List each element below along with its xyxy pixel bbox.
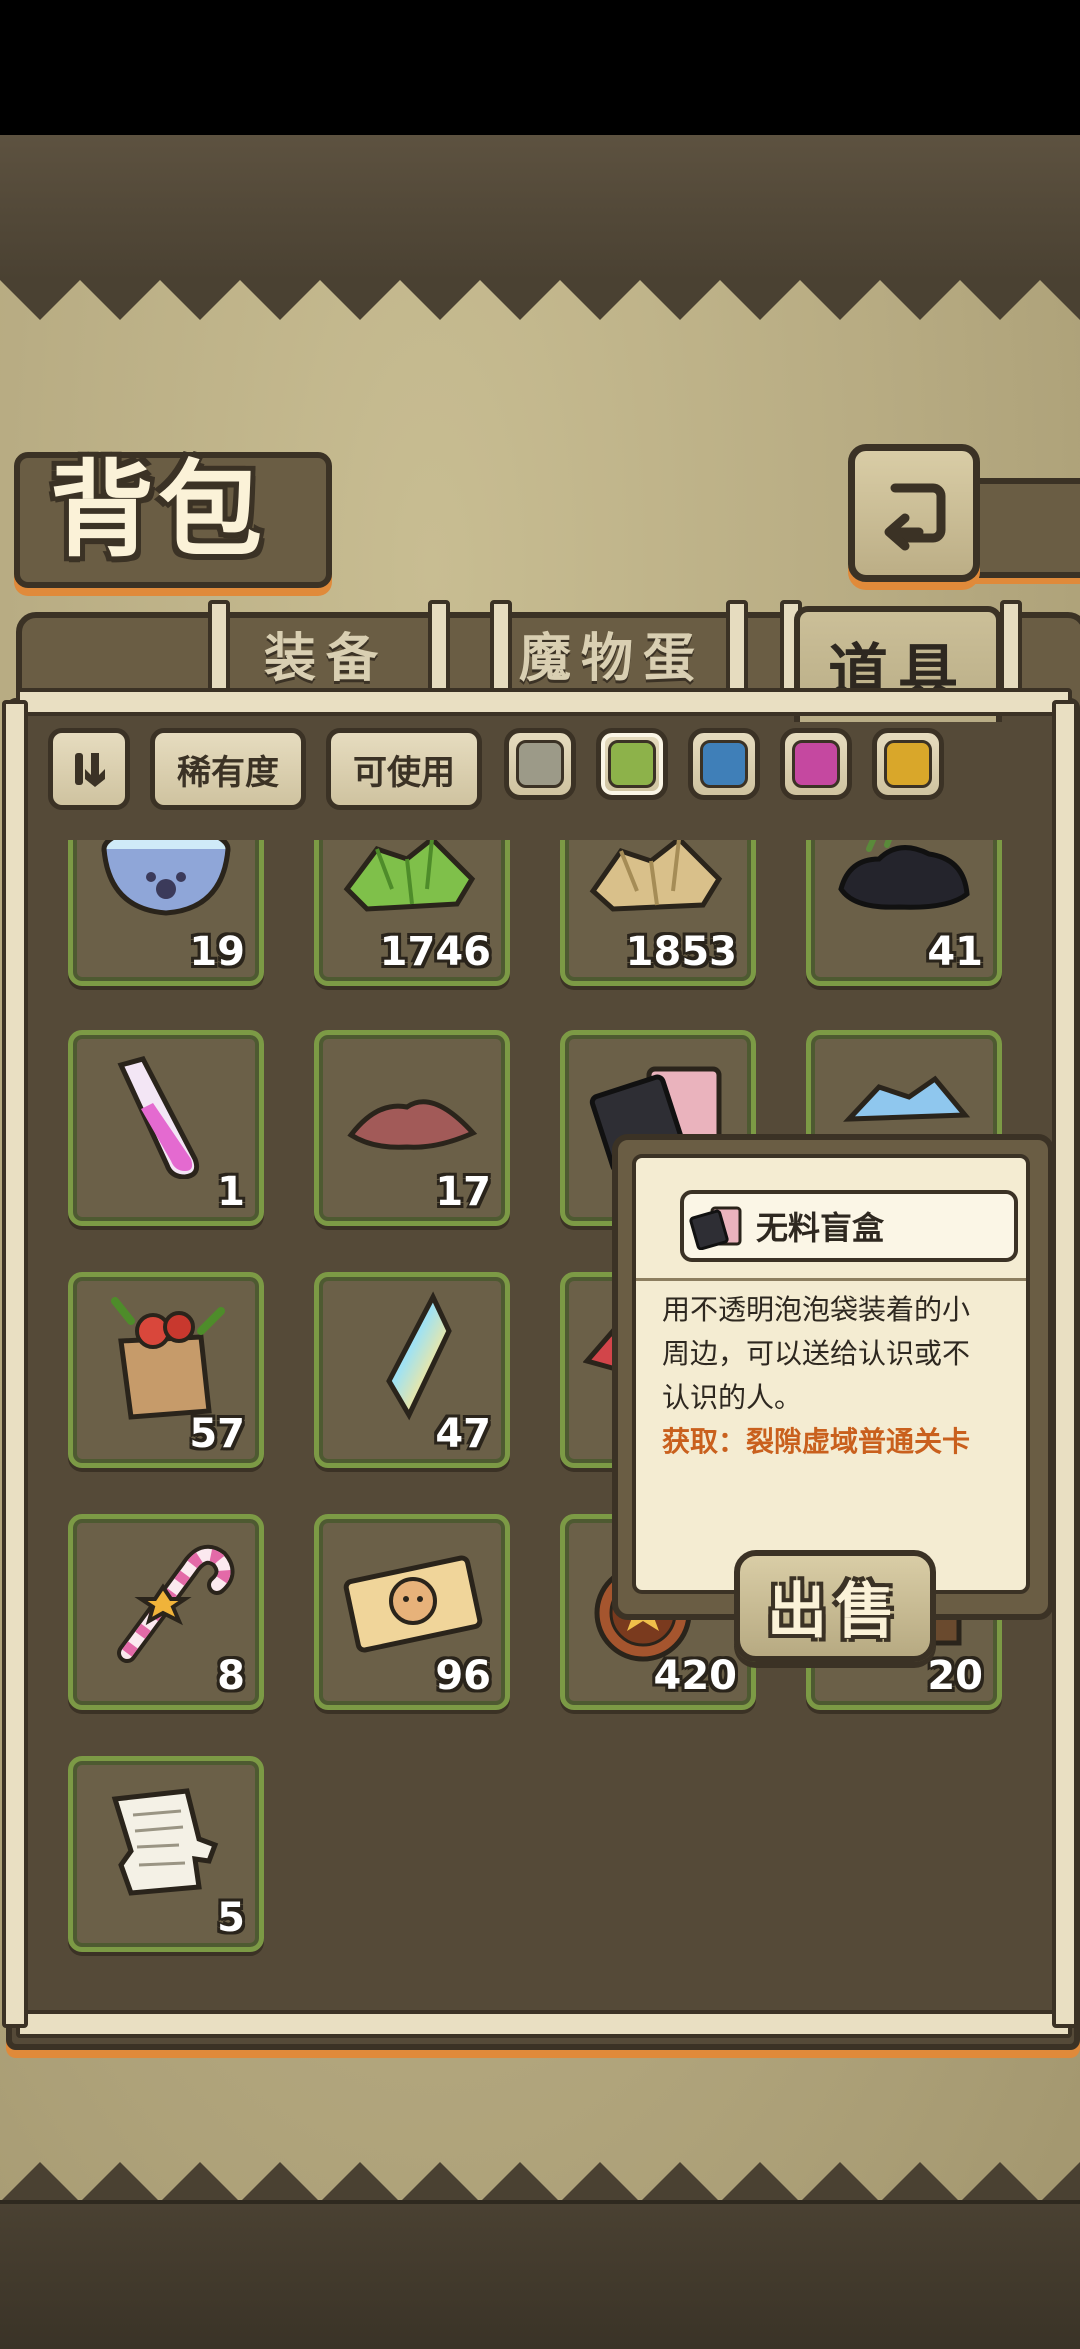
tan-crystals-icon bbox=[589, 840, 723, 912]
back-button[interactable] bbox=[848, 444, 980, 582]
tab-equipment-label: 装备 bbox=[263, 627, 388, 689]
panel-frame-bottom bbox=[16, 2010, 1072, 2038]
rarity-swatch-gray[interactable] bbox=[504, 728, 576, 800]
panel-frame-right bbox=[1052, 700, 1078, 2028]
grocery-bag-icon bbox=[111, 1297, 225, 1420]
top-map-strip bbox=[0, 135, 1080, 284]
usable-filter-label: 可使用 bbox=[353, 752, 455, 793]
rainbow-crystal-shard-icon bbox=[386, 1291, 452, 1421]
rarity-swatch-purple[interactable] bbox=[780, 728, 852, 800]
page-title: 背包 bbox=[50, 448, 267, 571]
sort-toggle-button[interactable] bbox=[48, 728, 130, 810]
item-slot[interactable]: 96 bbox=[314, 1514, 510, 1710]
item-count: 1746 bbox=[379, 929, 491, 975]
item-tooltip-body: 无料盲盒 用不透明泡泡袋装着的小 周边，可以送给认识或不 认识的人。 获取：裂隙… bbox=[632, 1154, 1030, 1594]
item-count: 20 bbox=[927, 1653, 983, 1699]
blind-box-icon bbox=[689, 1206, 742, 1250]
item-slot[interactable]: 17 bbox=[314, 1030, 510, 1226]
item-count: 41 bbox=[927, 929, 983, 975]
purple-chip bbox=[792, 740, 840, 788]
blue-chip bbox=[700, 740, 748, 788]
item-slot[interactable]: 41 bbox=[806, 840, 1002, 986]
item-slot[interactable]: 8 bbox=[68, 1514, 264, 1710]
dark-ore-icon bbox=[838, 840, 970, 910]
item-description-line: 认识的人。 bbox=[662, 1381, 803, 1414]
dog-ticket-icon bbox=[343, 1555, 483, 1653]
item-count: 17 bbox=[435, 1169, 491, 1215]
panel-frame-left bbox=[2, 700, 28, 2028]
return-arrow-icon bbox=[884, 483, 946, 551]
gold-chip bbox=[884, 740, 932, 788]
item-slot[interactable]: 1746 bbox=[314, 840, 510, 986]
green-crystals-icon bbox=[343, 840, 476, 912]
panel-frame-top bbox=[16, 688, 1072, 716]
zigzag-bottom-border bbox=[0, 2162, 1080, 2202]
rarity-swatch-green[interactable] bbox=[596, 728, 668, 800]
pink-potion-tube-icon bbox=[117, 1056, 200, 1179]
item-count: 1853 bbox=[625, 929, 737, 975]
sell-button[interactable]: 出售 bbox=[734, 1550, 936, 1662]
item-slot[interactable]: 1853 bbox=[560, 840, 756, 986]
item-slot[interactable]: 5 bbox=[68, 1756, 264, 1952]
item-count: 19 bbox=[189, 929, 245, 975]
tab-monster-eggs-label: 魔物蛋 bbox=[518, 627, 705, 689]
usable-filter-button[interactable]: 可使用 bbox=[326, 728, 482, 810]
item-count: 8 bbox=[217, 1653, 245, 1699]
tooltip-divider bbox=[636, 1278, 1026, 1281]
item-slot[interactable]: 19 bbox=[68, 840, 264, 986]
item-count: 1 bbox=[217, 1169, 245, 1215]
item-tooltip: 无料盲盒 用不透明泡泡袋装着的小 周边，可以送给认识或不 认识的人。 获取：裂隙… bbox=[612, 1134, 1054, 1620]
tab-monster-eggs[interactable]: 魔物蛋 bbox=[512, 608, 712, 698]
item-count: 5 bbox=[217, 1895, 245, 1941]
item-source: 获取：裂隙虚域普通关卡 bbox=[662, 1425, 971, 1458]
item-count: 96 bbox=[435, 1653, 491, 1699]
rarity-filter-label: 稀有度 bbox=[177, 752, 279, 793]
green-chip bbox=[608, 740, 656, 788]
item-count: 57 bbox=[189, 1411, 245, 1457]
item-slot[interactable]: 57 bbox=[68, 1272, 264, 1468]
item-slot[interactable]: 47 bbox=[314, 1272, 510, 1468]
item-name: 无料盲盒 bbox=[756, 1209, 885, 1247]
gray-chip bbox=[516, 740, 564, 788]
item-name-box: 无料盲盒 bbox=[680, 1190, 1018, 1262]
item-description-line: 用不透明泡泡袋装着的小 bbox=[662, 1293, 971, 1326]
item-count: 47 bbox=[435, 1411, 491, 1457]
red-dust-pile-icon bbox=[347, 1099, 478, 1150]
rarity-filter-button[interactable]: 稀有度 bbox=[150, 728, 306, 810]
tab-equipment[interactable]: 装备 bbox=[236, 608, 416, 698]
rarity-swatch-gold[interactable] bbox=[872, 728, 944, 800]
item-slot[interactable]: 1 bbox=[68, 1030, 264, 1226]
item-description-line: 周边，可以送给认识或不 bbox=[662, 1337, 971, 1370]
status-bar bbox=[0, 0, 1080, 135]
bottom-map-strip bbox=[0, 2200, 1080, 2349]
paper-scrap-icon bbox=[111, 1788, 219, 1896]
sort-toggle-icon bbox=[75, 753, 105, 787]
pet-bowl-icon bbox=[101, 840, 231, 916]
item-description: 用不透明泡泡袋装着的小 周边，可以送给认识或不 认识的人。 bbox=[662, 1288, 1012, 1420]
item-count: 420 bbox=[653, 1653, 738, 1699]
rarity-swatch-blue[interactable] bbox=[688, 728, 760, 800]
zigzag-top-border bbox=[0, 280, 1080, 320]
candy-cane-icon bbox=[117, 1544, 235, 1663]
